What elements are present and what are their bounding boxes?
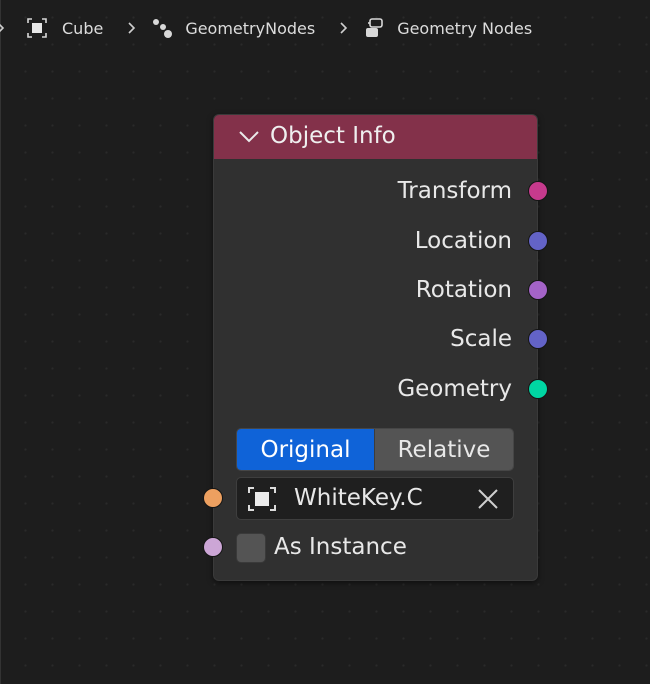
output-socket-transform[interactable] — [528, 181, 548, 201]
editor-border — [0, 0, 1, 684]
breadcrumb: Cube GeometryNodes Geometry Nodes — [0, 8, 532, 48]
as-instance-checkbox[interactable] — [236, 533, 266, 563]
object-icon — [26, 17, 48, 39]
output-rotation: Rotation — [214, 275, 548, 305]
output-socket-rotation[interactable] — [528, 280, 548, 300]
output-label: Location — [414, 228, 512, 254]
breadcrumb-modifier: GeometryNodes — [185, 18, 316, 38]
object-name: WhiteKey.C — [294, 485, 423, 511]
output-scale: Scale — [214, 324, 548, 354]
chevron-right-icon — [339, 21, 349, 35]
output-label: Geometry — [397, 376, 512, 402]
as-instance-label: As Instance — [274, 534, 407, 560]
output-transform: Transform — [214, 176, 548, 206]
output-geometry: Geometry — [214, 374, 548, 404]
output-label: Transform — [397, 178, 512, 204]
output-socket-scale[interactable] — [528, 329, 548, 349]
node-tree-icon — [363, 17, 385, 39]
node-title: Object Info — [270, 123, 396, 149]
breadcrumb-object: Cube — [62, 18, 104, 38]
input-socket-object[interactable] — [203, 488, 223, 508]
node-header[interactable]: Object Info — [214, 115, 537, 159]
object-field[interactable]: WhiteKey.C — [236, 477, 514, 520]
object-info-node[interactable]: Object Info Transform Location Rotation … — [203, 114, 548, 581]
chevron-right-icon — [127, 21, 137, 35]
output-socket-location[interactable] — [528, 231, 548, 251]
original-button[interactable]: Original — [237, 429, 374, 470]
output-label: Scale — [450, 326, 512, 352]
chevron-right-icon — [0, 21, 6, 35]
output-socket-geometry[interactable] — [528, 379, 548, 399]
input-socket-as-instance[interactable] — [203, 537, 223, 557]
modifier-icon — [151, 17, 173, 39]
close-icon[interactable] — [476, 487, 500, 511]
transform-space-toggle: Original Relative — [236, 428, 514, 471]
chevron-down-icon[interactable] — [238, 127, 260, 147]
output-location: Location — [214, 226, 548, 256]
breadcrumb-node-tree: Geometry Nodes — [397, 18, 533, 38]
output-label: Rotation — [415, 277, 512, 303]
relative-button[interactable]: Relative — [375, 429, 513, 470]
node-editor-canvas[interactable]: Cube GeometryNodes Geometry Nodes Object… — [0, 0, 650, 684]
object-icon — [246, 485, 278, 513]
